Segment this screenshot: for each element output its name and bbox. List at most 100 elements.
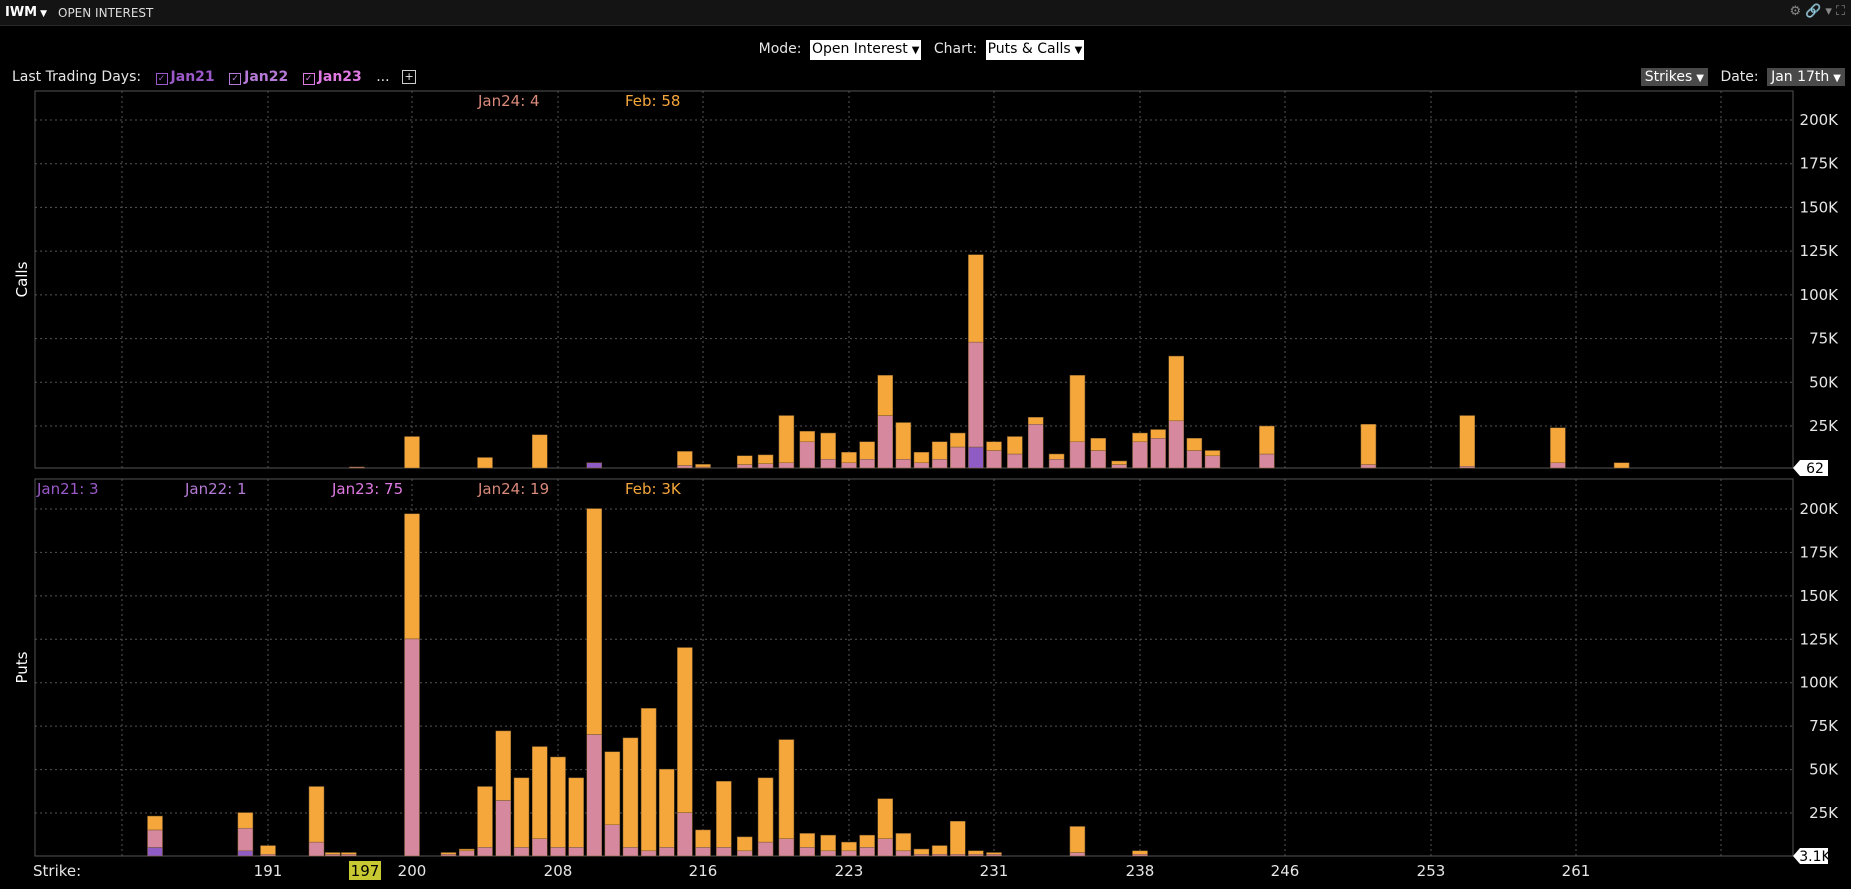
bar-segment	[778, 415, 795, 464]
bar-segment	[736, 464, 753, 469]
bar-segment	[695, 464, 711, 468]
bar-segment	[1007, 436, 1023, 455]
bar-segment	[895, 833, 912, 852]
bar-segment	[459, 850, 475, 857]
bar-segment	[1027, 417, 1044, 425]
bar-segment	[1168, 420, 1184, 469]
bar-segment	[950, 821, 966, 855]
bar-segment	[440, 852, 457, 855]
bar-segment	[550, 847, 566, 857]
bar-segment	[677, 465, 693, 469]
bar-segment	[841, 841, 857, 852]
value-tag-label: 62	[1806, 461, 1824, 477]
bar-segment	[1150, 429, 1166, 439]
bar-segment	[404, 638, 420, 857]
bar-segment	[799, 833, 816, 848]
bar-segment	[1048, 453, 1065, 460]
bar-segment	[931, 441, 948, 460]
bar-segment	[778, 739, 795, 839]
bar-segment	[877, 798, 893, 839]
open-interest-chart[interactable]: 200K 175K 150K 125K 100K 75K 50K 25K Calls Jan24:…	[0, 0, 1851, 889]
legend-item: Jan22: 1	[184, 480, 247, 498]
x-tick-label: 208	[544, 862, 573, 880]
bar-segment	[1132, 850, 1148, 855]
current-value-tag: 62	[1793, 460, 1828, 477]
y-tick-label: 150K	[1800, 587, 1840, 605]
bar-segment	[1111, 464, 1127, 469]
x-tick-label: 200	[398, 862, 427, 880]
bar-segment	[324, 854, 341, 857]
bar-segment	[1027, 424, 1044, 469]
bar-segment	[459, 848, 475, 852]
y-tick-label: 125K	[1800, 630, 1840, 648]
x-tick-label: 216	[689, 862, 718, 880]
bar-segment	[1007, 453, 1023, 469]
bar-segment	[1204, 450, 1221, 457]
bar-segment	[968, 446, 984, 469]
y-tick-label: 175K	[1800, 543, 1840, 561]
bar-segment	[640, 850, 657, 857]
x-tick-label: 246	[1271, 862, 1300, 880]
bar-segment	[736, 836, 753, 852]
bar-segment	[513, 777, 530, 848]
bar-segment	[1132, 854, 1148, 857]
bar-segment	[604, 824, 621, 857]
bar-segment	[778, 838, 795, 857]
y-tick-label: 175K	[1800, 155, 1840, 173]
bar-segment	[877, 415, 893, 469]
bar-segment	[495, 800, 511, 857]
y-axis-label: Puts	[13, 651, 31, 683]
bar-segment	[324, 852, 341, 855]
chart-panel-puts: 200K 175K 150K 125K 100K 75K 50K 25K Puts Jan21: …	[13, 478, 1840, 865]
bar-segment	[586, 734, 602, 857]
bar-segment	[477, 786, 493, 848]
bar-segment	[341, 854, 357, 857]
x-axis-label: Strike:	[33, 862, 81, 880]
bar-segment	[820, 850, 836, 857]
plot-frame	[34, 90, 1794, 469]
y-tick-label: 25K	[1809, 804, 1839, 822]
bar-segment	[1069, 441, 1086, 469]
x-tick-label: 223	[835, 862, 864, 880]
y-tick-label: 50K	[1809, 373, 1839, 391]
bar-segment	[986, 854, 1002, 857]
bar-segment	[1259, 425, 1275, 455]
bar-segment	[147, 815, 163, 831]
bar-segment	[695, 829, 711, 848]
bar-segment	[604, 751, 621, 825]
bar-segment	[950, 446, 966, 469]
bar-segment	[986, 450, 1002, 469]
bar-segment	[736, 455, 753, 465]
bar-segment	[404, 513, 420, 640]
bar-segment	[308, 841, 325, 857]
bar-segment	[404, 436, 420, 469]
bar-segment	[550, 756, 566, 848]
bar-segment	[986, 441, 1002, 451]
bar-segment	[757, 777, 774, 843]
y-tick-label: 75K	[1809, 330, 1839, 348]
bar-segment	[716, 781, 732, 848]
bar-segment	[1204, 455, 1221, 469]
y-tick-label: 200K	[1800, 111, 1840, 129]
bar-segment	[1550, 427, 1566, 464]
legend-item: Feb: 58	[625, 92, 680, 110]
bar-segment	[308, 786, 325, 843]
bar-segment	[895, 459, 912, 469]
x-tick-label: 238	[1126, 862, 1155, 880]
current-price-label: 197	[351, 862, 380, 880]
bar-segment	[677, 812, 693, 857]
bar-segment	[841, 452, 857, 464]
bar-segment	[1550, 462, 1566, 469]
bar-segment	[1069, 375, 1086, 443]
legend-item: Jan23: 75	[331, 480, 403, 498]
bar-segment	[895, 850, 912, 857]
bar-segment	[1259, 453, 1275, 469]
bar-segment	[349, 466, 365, 469]
bar-segment	[968, 254, 984, 343]
bar-segment	[260, 854, 276, 857]
bar-segment	[477, 847, 493, 857]
bar-segment	[968, 850, 984, 855]
bar-segment	[1360, 464, 1377, 469]
bar-segment	[1090, 450, 1107, 469]
y-axis-label: Calls	[13, 261, 31, 297]
